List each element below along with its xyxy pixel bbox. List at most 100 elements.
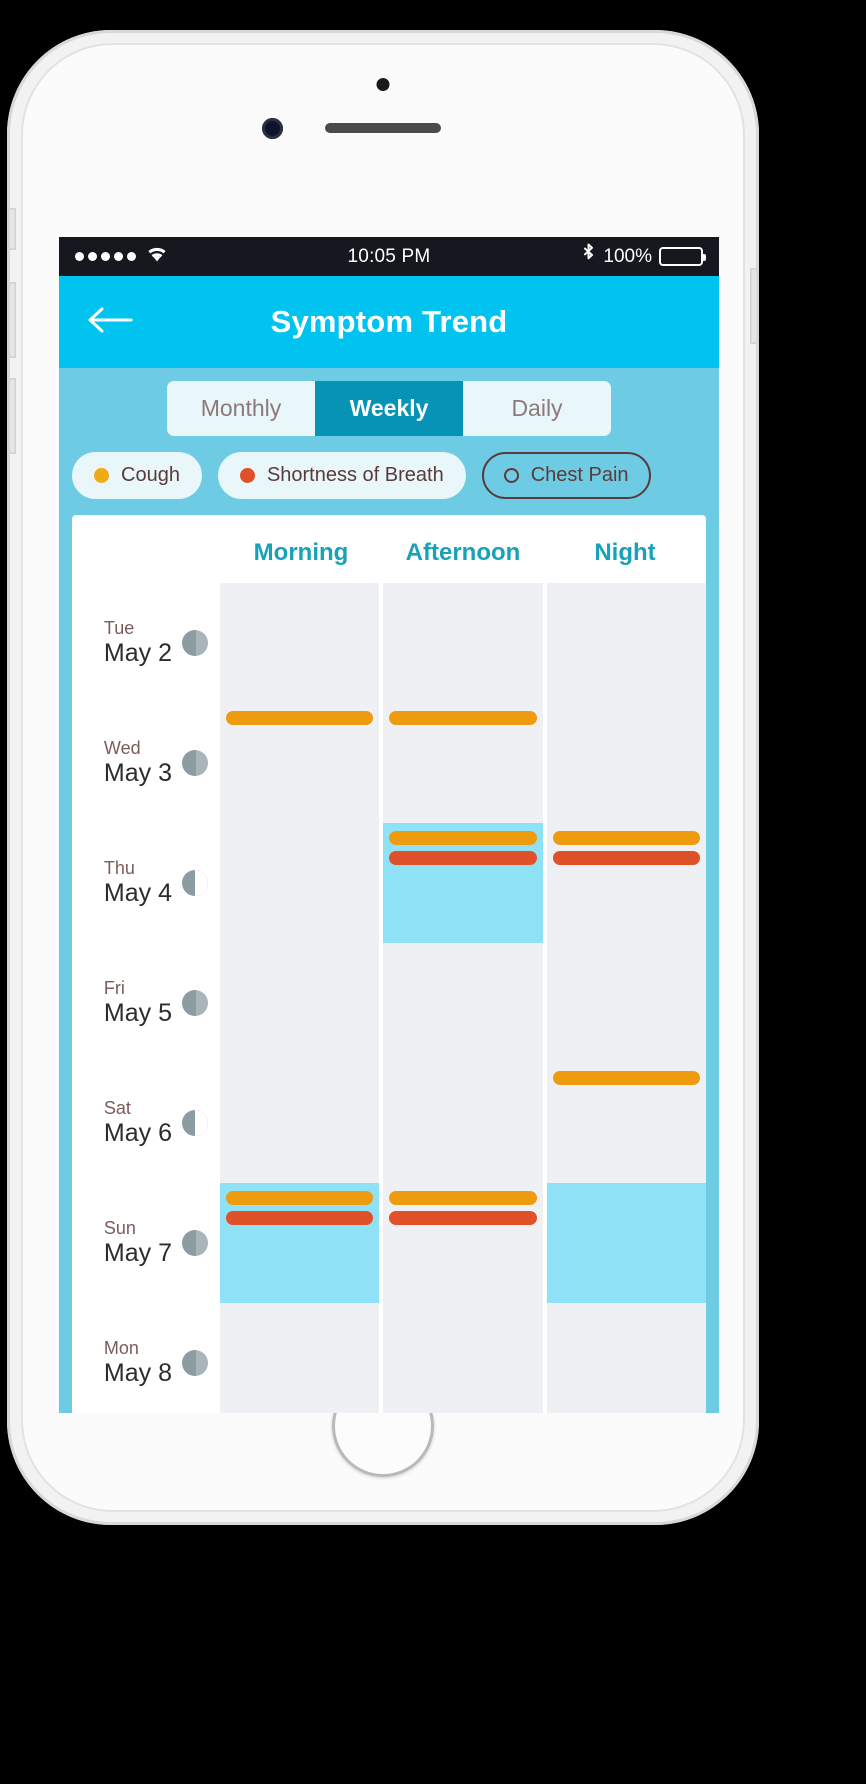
chip-color-dot-icon (239, 468, 255, 483)
tab-weekly[interactable]: Weekly (315, 381, 463, 436)
column-header-spacer (72, 539, 220, 567)
day-cells (220, 703, 706, 823)
grid-cell-night[interactable] (546, 1303, 706, 1413)
day-row: Wed May 3 (72, 703, 706, 823)
status-right-group: 100% (503, 242, 706, 272)
day-cells (220, 1303, 706, 1413)
chip-color-dot-icon (94, 468, 109, 483)
grid-cell-afternoon[interactable] (383, 703, 543, 823)
day-label-text: Tue May 2 (104, 618, 172, 667)
symptom-bar-cough (389, 711, 537, 725)
grid-cell-afternoon[interactable] (383, 1303, 543, 1413)
day-date: May 3 (103, 758, 172, 787)
day-label: Sun May 7 (72, 1183, 220, 1303)
day-label: Thu May 4 (72, 823, 220, 943)
grid-cell-morning[interactable] (220, 583, 380, 703)
mute-switch[interactable] (8, 208, 16, 250)
arrow-left-icon (87, 305, 133, 340)
day-row: Tue May 2 (72, 583, 706, 703)
tab-daily[interactable]: Daily (463, 381, 611, 436)
day-row: Sat May 6 (72, 1063, 706, 1183)
battery-percent-label: 100% (603, 245, 652, 267)
day-label: Tue May 2 (72, 583, 220, 703)
navigation-bar: Symptom Trend (59, 276, 719, 368)
symptom-bar-cough (389, 1191, 537, 1205)
chip-cough[interactable]: Cough (72, 452, 202, 499)
grid-cell-morning[interactable] (220, 1303, 380, 1413)
grid-cell-night[interactable] (546, 943, 706, 1063)
chip-color-dot-icon (503, 468, 519, 483)
day-date: May 5 (103, 998, 172, 1027)
volume-down-button[interactable] (8, 378, 16, 454)
symptom-bar-cough (226, 1191, 374, 1205)
bluetooth-icon (581, 242, 596, 272)
grid-cell-night[interactable] (546, 823, 706, 943)
grid-cell-morning[interactable] (220, 1183, 380, 1303)
symptom-bar-sob (389, 851, 537, 865)
day-label-text: Wed May 3 (104, 738, 172, 787)
symptom-bar-sob (389, 1211, 537, 1225)
day-row: Fri May 5 (72, 943, 706, 1063)
grid-cell-night[interactable] (546, 1063, 706, 1183)
chip-label: Cough (121, 464, 180, 486)
chart-left-rail (59, 515, 72, 1413)
day-row: Mon May 8 (72, 1303, 706, 1413)
symptom-bar-cough (552, 1071, 700, 1085)
chip-chest-pain[interactable]: Chest Pain (481, 452, 651, 499)
day-label-text: Thu May 4 (104, 858, 172, 907)
grid-cell-afternoon[interactable] (383, 583, 543, 703)
chip-label: Shortness of Breath (266, 464, 444, 486)
sub-header: Monthly Weekly Daily Cough Shortness of Bre… (59, 368, 719, 515)
signal-strength-icon (75, 252, 136, 261)
grid-cell-night[interactable] (546, 583, 706, 703)
day-label: Wed May 3 (72, 703, 220, 823)
day-cells (220, 943, 706, 1063)
battery-icon (659, 247, 706, 266)
moon-phase-icon (182, 1110, 208, 1136)
day-of-week: Tue (103, 618, 135, 639)
wifi-icon (145, 245, 169, 269)
moon-phase-icon (182, 1230, 208, 1256)
grid-cell-afternoon[interactable] (383, 823, 543, 943)
column-header-afternoon: Afternoon (405, 539, 521, 566)
grid-cell-afternoon[interactable] (383, 943, 543, 1063)
day-date: May 6 (103, 1118, 172, 1147)
grid-cell-afternoon[interactable] (383, 1063, 543, 1183)
back-button[interactable] (83, 295, 137, 349)
moon-phase-icon (182, 630, 208, 656)
symptom-bar-sob (552, 851, 700, 865)
day-of-week: Sun (103, 1218, 136, 1239)
symptom-filter-chips: Cough Shortness of Breath Chest Pain (59, 436, 719, 499)
grid-cell-morning[interactable] (220, 943, 380, 1063)
phone-chassis: 10:05 PM 100% Symptom Trend Monthly Week… (7, 30, 759, 1525)
tab-monthly[interactable]: Monthly (167, 381, 315, 436)
day-date: May 8 (103, 1358, 172, 1387)
day-label: Mon May 8 (72, 1303, 220, 1413)
period-segmented-control[interactable]: Monthly Weekly Daily (167, 381, 611, 436)
grid-cell-night[interactable] (546, 703, 706, 823)
symptom-grid-card: Morning Afternoon Night Tue May 2 Wed May 3 Th… (72, 515, 706, 1413)
day-cells (220, 583, 706, 703)
grid-cell-morning[interactable] (220, 703, 380, 823)
status-bar: 10:05 PM 100% (59, 237, 719, 276)
grid-cell-night[interactable] (546, 1183, 706, 1303)
chip-shortness-of-breath[interactable]: Shortness of Breath (217, 452, 466, 499)
column-header-night: Night (594, 539, 656, 566)
day-of-week: Wed (103, 738, 141, 759)
moon-phase-icon (182, 1350, 208, 1376)
day-date: May 2 (103, 638, 172, 667)
day-row: Sun May 7 (72, 1183, 706, 1303)
grid-cell-morning[interactable] (220, 823, 380, 943)
volume-up-button[interactable] (8, 282, 16, 358)
grid-cell-afternoon[interactable] (383, 1183, 543, 1303)
day-rows-container: Tue May 2 Wed May 3 Thu May 4 Fri May 5 Sat May 6… (72, 583, 706, 1413)
grid-cell-morning[interactable] (220, 1063, 380, 1183)
chart-right-rail (706, 515, 719, 1413)
moon-phase-icon (182, 750, 208, 776)
day-row: Thu May 4 (72, 823, 706, 943)
power-button[interactable] (750, 268, 758, 344)
chip-label: Chest Pain (530, 464, 629, 486)
symptom-bar-cough (226, 711, 374, 725)
column-header-morning: Morning (253, 539, 349, 566)
status-left-group (75, 245, 275, 269)
